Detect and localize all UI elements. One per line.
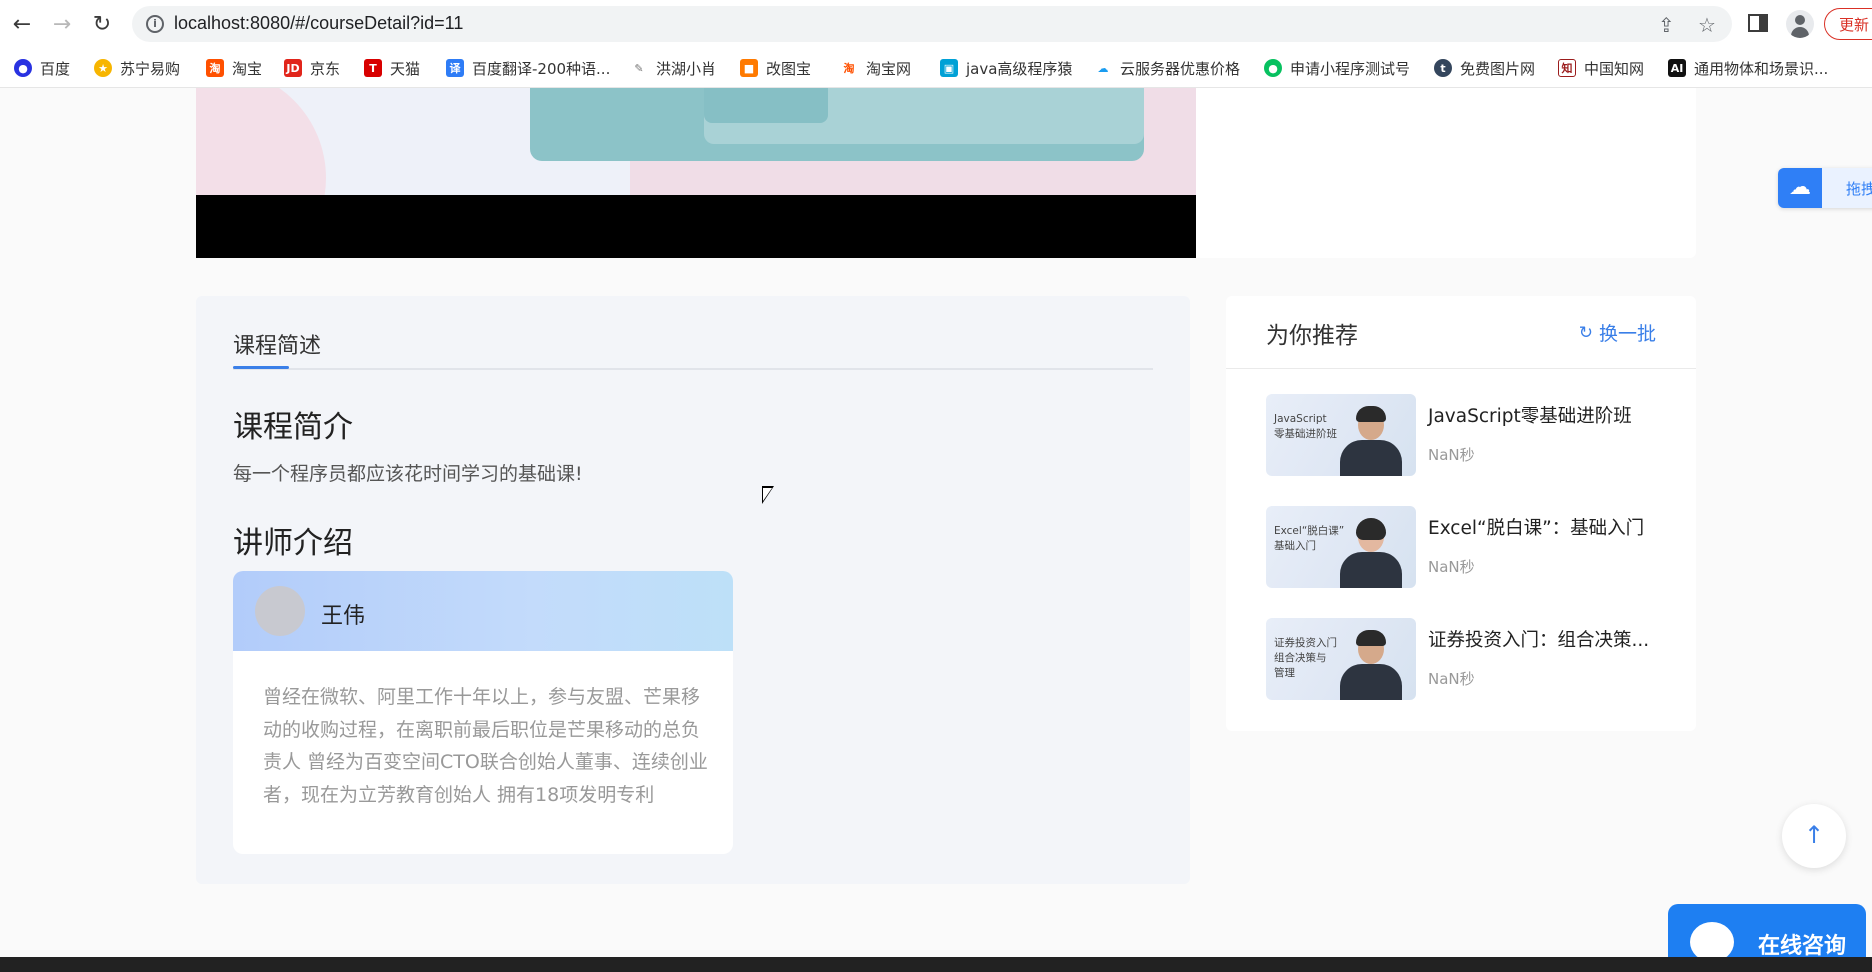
tab-divider bbox=[233, 368, 1153, 370]
recommend-item-title[interactable]: JavaScript零基础进阶班 bbox=[1428, 402, 1632, 428]
bookmark-item[interactable]: ✎ 洪湖小肖 bbox=[630, 56, 716, 80]
active-tab-indicator bbox=[233, 366, 289, 369]
taobao-icon: 淘 bbox=[840, 59, 858, 77]
recommend-item-duration: NaN秒 bbox=[1428, 558, 1475, 576]
browser-toolbar: ← → ↻ i localhost:8080/#/courseDetail?id… bbox=[0, 0, 1872, 48]
course-intro-heading: 课程简介 bbox=[233, 410, 353, 445]
bookmark-item[interactable]: AI 通用物体和场景识... bbox=[1668, 56, 1828, 80]
bookmarks-bar: ● 百度 ★ 苏宁易购 淘淘宝 JD 京东 T 天猫 译百度翻译-200种语... ✎ 洪… bbox=[0, 48, 1872, 88]
recommend-item-duration: NaN秒 bbox=[1428, 670, 1475, 688]
taobao-icon: 淘 bbox=[206, 59, 224, 77]
update-button[interactable]: 更新 bbox=[1824, 8, 1872, 40]
feather-icon: ✎ bbox=[630, 59, 648, 77]
suning-icon: ★ bbox=[94, 59, 112, 77]
refresh-label: 换一批 bbox=[1598, 323, 1656, 345]
bookmark-item[interactable]: t 免费图片网 bbox=[1434, 56, 1535, 80]
course-thumbnail[interactable]: Excel“脱白课” 基础入门 bbox=[1266, 506, 1416, 588]
bookmark-star-icon[interactable]: ☆ bbox=[1698, 13, 1716, 37]
refresh-icon: ↻ bbox=[1578, 322, 1593, 343]
recommend-item-title[interactable]: 证券投资入门：组合决策... bbox=[1428, 626, 1649, 652]
recommend-item-title[interactable]: Excel“脱白课”：基础入门 bbox=[1428, 514, 1644, 540]
course-thumbnail[interactable]: 证券投资入门 组合决策与 管理 bbox=[1266, 618, 1416, 700]
share-icon[interactable]: ⇪ bbox=[1658, 13, 1675, 37]
course-description-card: 课程简述 课程简介 每一个程序员都应该花时间学习的基础课! 讲师介绍 王伟 曾经… bbox=[196, 296, 1190, 884]
bookmark-item[interactable]: 淘淘宝 bbox=[206, 56, 262, 80]
side-panel-icon[interactable] bbox=[1748, 14, 1768, 32]
course-intro-text: 每一个程序员都应该花时间学习的基础课! bbox=[233, 463, 583, 485]
cloud-icon: ☁ bbox=[1094, 59, 1112, 77]
cnki-icon: 知 bbox=[1558, 59, 1576, 77]
tmall-icon: T bbox=[364, 59, 382, 77]
baidu-translate-icon: 译 bbox=[446, 59, 464, 77]
wechat-icon: ● bbox=[1264, 59, 1282, 77]
bookmark-item[interactable]: 知中国知网 bbox=[1558, 56, 1644, 80]
arrow-up-icon: ↑ bbox=[1803, 821, 1825, 849]
avatar bbox=[255, 586, 305, 636]
cloud-widget-label: 拖拽 bbox=[1846, 180, 1872, 198]
bookmark-item[interactable]: JD 京东 bbox=[284, 56, 340, 80]
instructor-photo bbox=[1340, 626, 1402, 700]
recommend-item[interactable]: Excel“脱白课” 基础入门 Excel“脱白课”：基础入门 NaN秒 bbox=[1266, 506, 1666, 590]
teacher-card: 王伟 曾经在微软、阿里工作十年以上，参与友盟、芒果移动的收购过程，在离职前最后职… bbox=[233, 571, 733, 854]
cloud-drag-widget[interactable]: ☁ 拖拽 bbox=[1778, 168, 1872, 208]
baidu-icon: ● bbox=[14, 59, 32, 77]
instructor-photo bbox=[1340, 402, 1402, 476]
bookmark-item[interactable]: ● 申请小程序测试号 bbox=[1264, 56, 1410, 80]
cloud-icon: ☁ bbox=[1778, 168, 1822, 208]
address-bar[interactable]: i localhost:8080/#/courseDetail?id=11 ⇪ … bbox=[132, 6, 1732, 42]
instructor-photo bbox=[1340, 514, 1402, 588]
profile-avatar-icon[interactable] bbox=[1786, 10, 1814, 38]
course-thumbnail[interactable]: JavaScript 零基础进阶班 bbox=[1266, 394, 1416, 476]
bookmark-item[interactable]: ● 百度 bbox=[14, 56, 70, 80]
footer bbox=[0, 957, 1872, 972]
ai-icon: AI bbox=[1668, 59, 1686, 77]
bookmark-item[interactable]: 译百度翻译-200种语... bbox=[446, 56, 610, 80]
recommend-item-duration: NaN秒 bbox=[1428, 446, 1475, 464]
tumblr-icon: t bbox=[1434, 59, 1452, 77]
teacher-intro-heading: 讲师介绍 bbox=[233, 526, 353, 561]
video-side-panel bbox=[1196, 88, 1696, 258]
refresh-button[interactable]: ↻ 换一批 bbox=[1579, 319, 1656, 346]
jd-icon: JD bbox=[284, 59, 302, 77]
bilibili-icon: ▣ bbox=[940, 59, 958, 77]
bookmark-item[interactable]: ★ 苏宁易购 bbox=[94, 56, 180, 80]
tab-course-summary[interactable]: 课程简述 bbox=[233, 328, 321, 360]
bookmark-item[interactable]: ☁ 云服务器优惠价格 bbox=[1094, 56, 1240, 80]
recommend-item[interactable]: 证券投资入门 组合决策与 管理 证券投资入门：组合决策... NaN秒 bbox=[1266, 618, 1666, 702]
consult-label: 在线咨询 bbox=[1758, 934, 1847, 959]
recommend-item[interactable]: JavaScript 零基础进阶班 JavaScript零基础进阶班 NaN秒 bbox=[1266, 394, 1666, 478]
forward-arrow-icon[interactable]: → bbox=[50, 12, 74, 37]
divider bbox=[1226, 368, 1696, 369]
video-player[interactable] bbox=[196, 88, 1196, 258]
bookmark-item[interactable]: 淘淘宝网 bbox=[840, 56, 911, 80]
bookmark-item[interactable]: T 天猫 bbox=[364, 56, 420, 80]
bookmark-item[interactable]: ▣ java高级程序猿 bbox=[940, 56, 1072, 80]
url-text[interactable]: localhost:8080/#/courseDetail?id=11 bbox=[174, 13, 463, 34]
chat-bubble-icon bbox=[1690, 922, 1734, 962]
video-frame bbox=[196, 88, 1196, 195]
teacher-bio: 曾经在微软、阿里工作十年以上，参与友盟、芒果移动的收购过程，在离职前最后职位是芒… bbox=[263, 686, 708, 806]
teacher-card-header: 王伟 bbox=[233, 571, 733, 651]
back-arrow-icon[interactable]: ← bbox=[10, 12, 34, 37]
back-to-top-button[interactable]: ↑ bbox=[1782, 804, 1846, 868]
recommend-card: 为你推荐 ↻ 换一批 JavaScript 零基础进阶班 JavaScript零… bbox=[1226, 296, 1696, 731]
gaitubao-icon: ■ bbox=[740, 59, 758, 77]
bookmark-item[interactable]: ■ 改图宝 bbox=[740, 56, 811, 80]
reload-icon[interactable]: ↻ bbox=[90, 12, 114, 37]
site-info-icon[interactable]: i bbox=[146, 15, 164, 33]
teacher-name: 王伟 bbox=[321, 604, 366, 629]
recommend-title: 为你推荐 bbox=[1266, 323, 1358, 349]
